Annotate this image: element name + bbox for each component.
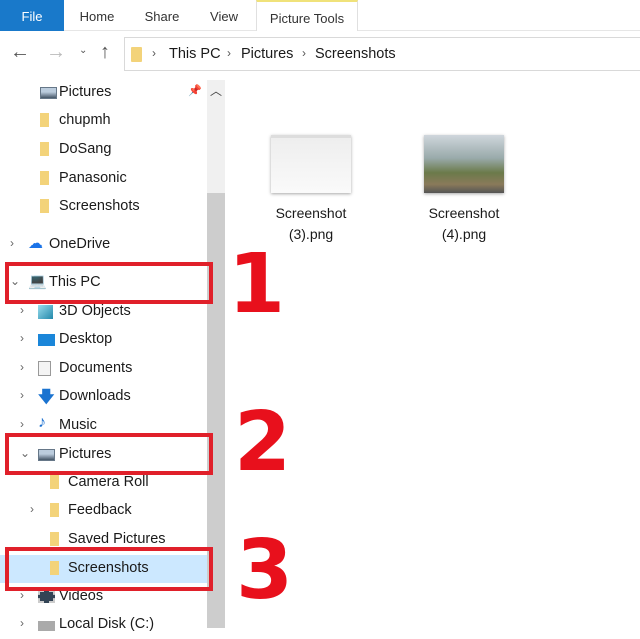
nav-item-label: Panasonic — [59, 170, 127, 186]
pictures-icon — [40, 86, 57, 102]
nav-item-label: Screenshots — [59, 198, 140, 214]
nav-item-dosang[interactable]: DoSang — [0, 136, 207, 164]
nav-item-documents[interactable]: › Documents — [0, 355, 207, 383]
back-button[interactable]: ← — [10, 41, 30, 64]
up-button[interactable]: ↑ — [100, 41, 110, 64]
nav-item-label: Feedback — [68, 502, 132, 518]
nav-item-label: Music — [59, 417, 97, 433]
highlight-box — [5, 433, 213, 475]
highlight-box — [5, 262, 213, 304]
highlight-box — [5, 547, 213, 591]
breadcrumb-this-pc[interactable]: This PC — [169, 46, 221, 62]
nav-item-label: chupmh — [59, 112, 111, 128]
file-name: Screenshot — [275, 205, 347, 221]
chevron-right-icon[interactable]: › — [20, 388, 24, 402]
nav-item-label: Documents — [59, 360, 133, 376]
folder-icon — [131, 47, 142, 62]
annotation-number: 3 — [236, 523, 294, 618]
address-bar[interactable]: › This PC › Pictures › Screenshots — [124, 37, 640, 71]
folder-icon — [40, 171, 49, 188]
tab-view[interactable]: View — [198, 0, 250, 31]
ribbon: File Home Share View Picture Tools — [0, 0, 640, 31]
cube-icon — [38, 305, 53, 322]
nav-item-pictures[interactable]: Pictures 📌 — [0, 79, 207, 107]
chevron-right-icon[interactable]: › — [20, 303, 24, 317]
tab-home[interactable]: Home — [66, 0, 128, 31]
chevron-right-icon[interactable]: › — [20, 417, 24, 431]
desktop-icon — [38, 333, 55, 349]
cloud-icon: ☁ — [28, 235, 43, 252]
thumbnail-image — [424, 135, 504, 193]
chevron-right-icon[interactable]: › — [20, 331, 24, 345]
folder-icon — [50, 475, 59, 492]
nav-item-label: Downloads — [59, 388, 131, 404]
breadcrumb-screenshots[interactable]: Screenshots — [315, 46, 396, 62]
chevron-right-icon: › — [227, 46, 231, 60]
nav-item-label: Pictures — [59, 84, 112, 100]
nav-item-chupmh[interactable]: chupmh — [0, 107, 207, 135]
nav-item-label: Desktop — [59, 331, 113, 347]
chevron-right-icon: › — [302, 46, 306, 60]
file-item[interactable]: Screenshot (4).png — [404, 135, 524, 245]
nav-item-downloads[interactable]: › 🡇 Downloads — [0, 383, 207, 411]
drive-icon — [38, 618, 55, 634]
nav-item-label: Camera Roll — [68, 474, 149, 490]
folder-icon — [50, 503, 59, 520]
thumbnail-image — [271, 135, 351, 193]
video-icon — [38, 590, 55, 606]
nav-item-onedrive[interactable]: › ☁ OneDrive — [0, 231, 207, 259]
chevron-right-icon[interactable]: › — [10, 236, 14, 250]
nav-item-local-disk-c[interactable]: › Local Disk (C:) — [0, 611, 207, 639]
annotation-number: 2 — [234, 395, 292, 490]
nav-item-panasonic[interactable]: Panasonic — [0, 165, 207, 193]
chevron-right-icon[interactable]: › — [30, 502, 34, 516]
recent-locations-button[interactable]: ⌄ — [79, 45, 87, 56]
nav-item-label: 3D Objects — [59, 303, 131, 319]
chevron-right-icon: › — [152, 46, 156, 60]
nav-item-screenshots[interactable]: Screenshots — [0, 193, 207, 221]
file-name-ext: (4).png — [441, 226, 487, 242]
navigation-pane: Pictures 📌 chupmh DoSang Panasonic Screenshot… — [0, 77, 207, 632]
file-item[interactable]: Screenshot (3).png — [251, 135, 371, 245]
folder-icon — [40, 113, 49, 130]
nav-item-feedback[interactable]: › Feedback — [0, 497, 207, 525]
pin-icon[interactable]: 📌 — [188, 84, 202, 97]
forward-button[interactable]: → — [46, 41, 66, 64]
document-icon — [38, 361, 51, 379]
folder-icon — [40, 199, 49, 216]
scroll-up-icon[interactable]: ︿ — [210, 82, 222, 99]
file-name: Screenshot — [428, 205, 500, 221]
tab-picture-tools[interactable]: Picture Tools — [256, 0, 358, 31]
nav-item-label: OneDrive — [49, 236, 111, 252]
annotation-number: 1 — [228, 237, 286, 332]
folder-icon — [40, 142, 49, 159]
nav-item-desktop[interactable]: › Desktop — [0, 326, 207, 354]
tab-file[interactable]: File — [0, 0, 64, 31]
tab-share[interactable]: Share — [134, 0, 190, 31]
nav-item-label: Local Disk (C:) — [59, 616, 155, 632]
chevron-right-icon[interactable]: › — [20, 360, 24, 374]
breadcrumb-pictures[interactable]: Pictures — [241, 46, 293, 62]
nav-item-label: Saved Pictures — [68, 531, 166, 547]
nav-item-label: DoSang — [59, 141, 112, 157]
